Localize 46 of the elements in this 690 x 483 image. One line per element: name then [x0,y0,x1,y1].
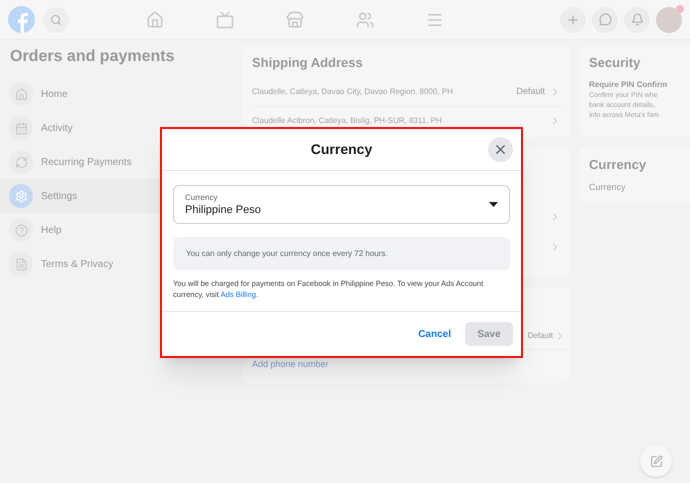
sidebar-title: Orders and payments [9,47,176,67]
cancel-button[interactable]: Cancel [418,326,451,342]
card-title: Security [589,54,642,72]
bell-icon [630,13,644,26]
groups-icon[interactable] [356,10,374,28]
sidebar-item-icon [9,252,33,276]
currency-select[interactable]: Currency Philippine Peso [173,185,510,224]
sidebar-item-icon [9,82,33,106]
sidebar-item-icon [9,116,33,140]
notice-text: You can only change your currency once every 72 hours. [186,248,388,260]
video-icon[interactable] [216,10,234,28]
default-label: Default [516,85,545,98]
avatar[interactable] [656,6,682,32]
pencil-square-icon [650,454,662,468]
chat-bubble-icon [598,13,612,26]
close-icon [493,142,508,157]
sidebar-item[interactable]: Activity [0,111,238,145]
default-label: Default [528,330,553,342]
close-button[interactable] [488,137,513,162]
address-text: Claudelle, Catleya, Davao City, Davao Region, 8000, PH [252,86,454,98]
sidebar-item-icon [9,218,33,242]
setting-title: Require PIN Confirm [589,78,668,90]
address-row[interactable]: Claudelle Acibron, Catleya, Bislig, PH-SUR, 8311, PH [252,106,561,134]
card-title: Shipping Address [252,54,364,72]
plus-button[interactable] [560,6,586,32]
home-icon[interactable] [146,10,164,28]
search-button[interactable] [43,6,69,32]
search-icon [50,14,62,26]
messenger-button[interactable] [592,6,618,32]
plus-icon [566,12,580,26]
add-phone-link[interactable]: Add phone number [252,358,566,371]
dialog-title: Currency [310,140,372,159]
card-title: Currency [589,156,648,174]
address-row[interactable]: Claudelle, Catleya, Davao City, Davao Region, 8000, PH Default [252,78,561,106]
bell-button[interactable] [624,6,650,32]
sidebar-item-icon [9,184,33,208]
dropdown-caret-icon [489,202,498,207]
field-label: Currency [185,192,218,202]
store-icon[interactable] [286,10,304,28]
logo-icon[interactable] [8,6,35,33]
currency-label: Currency [589,180,627,194]
compose-button[interactable] [640,445,672,477]
sidebar-item[interactable]: Recurring Payments [0,145,238,179]
sidebar-item[interactable]: Home [0,77,238,111]
sidebar-item-icon [9,150,33,174]
address-text: Claudelle Acibron, Catleya, Bislig, PH-SUR, 8311, PH [252,114,443,126]
